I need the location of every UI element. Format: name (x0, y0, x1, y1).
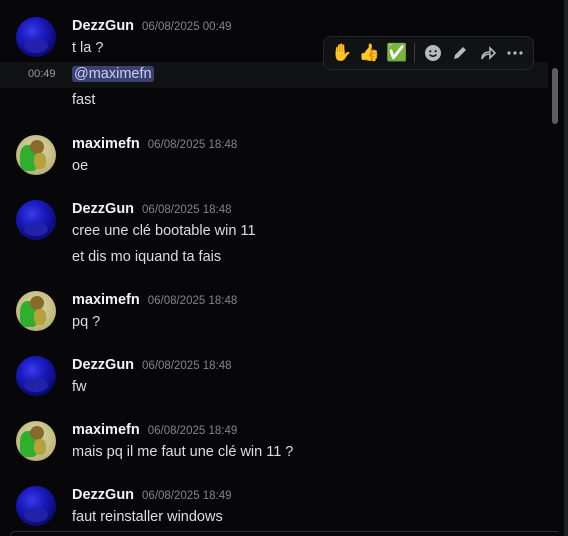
username[interactable]: DezzGun (72, 487, 134, 503)
timestamp: 06/08/2025 00:49 (142, 21, 232, 33)
message-header: DezzGun 06/08/2025 18:48 (72, 357, 232, 373)
toolbar-divider (414, 43, 416, 63)
timestamp: 06/08/2025 18:48 (142, 204, 232, 216)
message-text: t la ? (72, 40, 104, 56)
scrollbar-thumb[interactable] (552, 68, 558, 124)
message-header: DezzGun 06/08/2025 18:49 (72, 487, 232, 503)
chat-view: DezzGun 06/08/2025 00:49 t la ? 00:49 @m… (0, 0, 568, 536)
avatar[interactable] (16, 135, 56, 175)
reaction-thumbs-up-button[interactable]: 👍 (355, 39, 382, 67)
user-mention[interactable]: @maximefn (72, 66, 154, 82)
username[interactable]: DezzGun (72, 18, 134, 34)
timestamp: 06/08/2025 18:49 (142, 490, 232, 502)
avatar[interactable] (16, 200, 56, 240)
timestamp: 06/08/2025 18:49 (147, 425, 238, 437)
edit-icon[interactable] (447, 39, 474, 67)
message-text: fw (72, 379, 87, 395)
message-text: cree une clé bootable win 11 (72, 223, 256, 239)
edge-divider (564, 0, 568, 536)
message-text: faut reinstaller windows (72, 509, 223, 525)
message-text: mais pq il me faut une clé win 11 ? (72, 444, 294, 460)
username[interactable]: maximefn (72, 292, 140, 308)
message-text: et dis mo iquand ta fais (72, 249, 222, 265)
message-header: maximefn 06/08/2025 18:48 (72, 292, 237, 308)
more-icon[interactable] (502, 39, 529, 67)
scrollbar-track[interactable] (552, 62, 560, 532)
hover-timestamp: 00:49 (28, 68, 56, 80)
reply-icon[interactable] (474, 39, 501, 67)
avatar[interactable] (16, 486, 56, 526)
message-header: maximefn 06/08/2025 18:48 (72, 136, 237, 152)
message-header: maximefn 06/08/2025 18:49 (72, 422, 237, 438)
message-header: DezzGun 06/08/2025 00:49 (72, 18, 232, 34)
timestamp: 06/08/2025 18:48 (147, 295, 238, 307)
avatar[interactable] (16, 421, 56, 461)
avatar[interactable] (16, 356, 56, 396)
avatar[interactable] (16, 291, 56, 331)
message-text: @maximefn (72, 66, 154, 82)
message-input-edge (10, 531, 558, 536)
emoji-icon[interactable] (419, 39, 446, 67)
username[interactable]: DezzGun (72, 357, 134, 373)
reaction-check-button[interactable]: ✅ (383, 39, 410, 67)
username[interactable]: maximefn (72, 422, 140, 438)
avatar[interactable] (16, 17, 56, 57)
message-text: oe (72, 158, 89, 174)
timestamp: 06/08/2025 18:48 (147, 139, 238, 151)
message-header: DezzGun 06/08/2025 18:48 (72, 201, 232, 217)
message-actions-toolbar: ✋ 👍 ✅ (323, 36, 534, 70)
username[interactable]: DezzGun (72, 201, 134, 217)
message-text: fast (72, 92, 96, 108)
timestamp: 06/08/2025 18:48 (142, 360, 232, 372)
message-text: pq ? (72, 314, 101, 330)
reaction-raised-hand-button[interactable]: ✋ (328, 39, 355, 67)
username[interactable]: maximefn (72, 136, 140, 152)
